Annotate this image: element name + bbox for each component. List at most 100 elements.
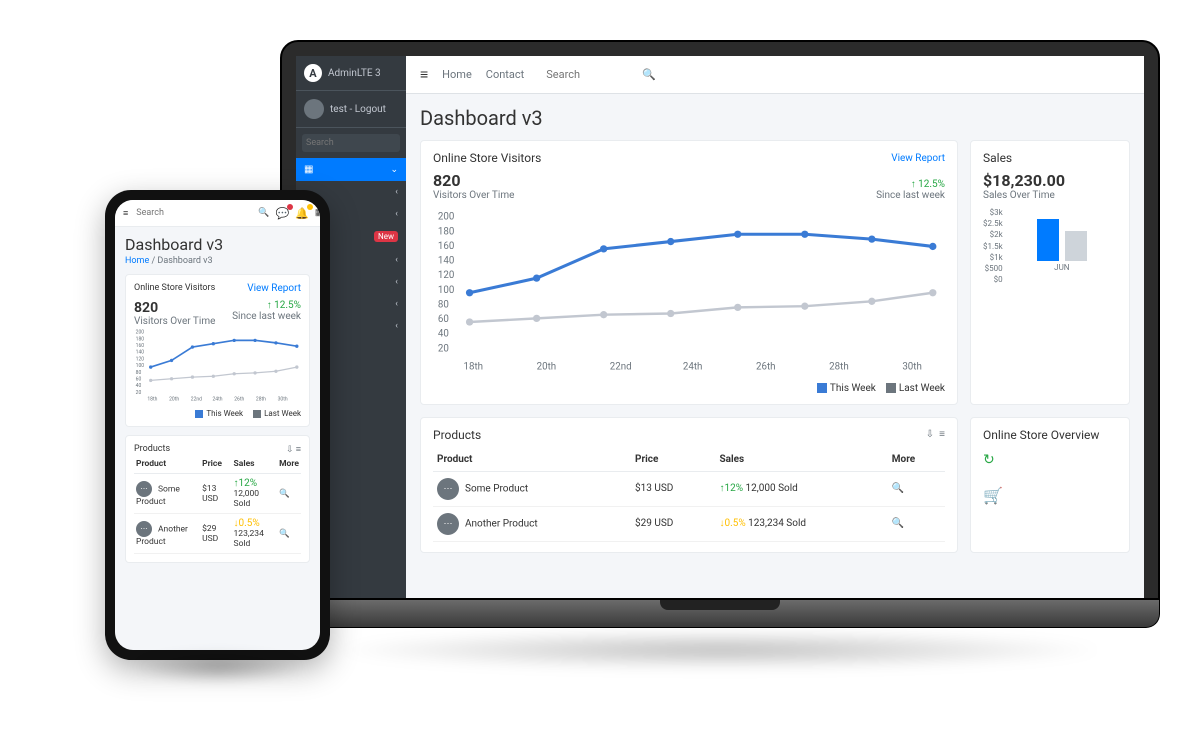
chevron-left-icon: ‹ <box>395 299 398 309</box>
products-card: Products ⇩ ≡ Product Price S <box>420 417 958 553</box>
svg-text:120: 120 <box>136 356 145 362</box>
svg-text:24th: 24th <box>212 396 222 402</box>
view-report-link[interactable]: View Report <box>891 153 945 164</box>
svg-text:20th: 20th <box>169 396 179 402</box>
phone-search-input[interactable] <box>134 206 252 220</box>
svg-text:30th: 30th <box>278 396 288 402</box>
svg-text:28th: 28th <box>829 362 849 373</box>
svg-text:120: 120 <box>438 270 454 281</box>
svg-text:140: 140 <box>136 350 145 356</box>
top-search[interactable]: 🔍 <box>542 64 656 85</box>
arrow-down-icon: ↓0.5% <box>719 518 745 529</box>
menu-icon[interactable]: ≡ <box>123 208 128 219</box>
product-icon: ⋯ <box>437 513 459 535</box>
product-icon: ⋯ <box>437 478 459 500</box>
topbar: ≡ Home Contact 🔍 <box>406 56 1144 94</box>
svg-text:140: 140 <box>438 256 454 267</box>
visitors-legend: This Week Last Week <box>433 383 945 394</box>
breadcrumb: Home / Dashboard v3 <box>125 256 310 266</box>
sidebar-search[interactable] <box>296 128 406 158</box>
chevron-down-icon: ⌄ <box>390 165 398 175</box>
sidebar-item-dashboard[interactable]: ▦ ⌄ <box>296 158 406 181</box>
top-search-input[interactable] <box>542 64 642 85</box>
laptop-mockup: A AdminLTE 3 test - Logout ▦ ⌄ ‹ ‹ New 6… <box>280 40 1160 640</box>
svg-text:160: 160 <box>136 343 145 349</box>
svg-text:60: 60 <box>136 376 142 382</box>
phone-page-title: Dashboard v3 <box>125 235 310 254</box>
product-icon: ⋯ <box>136 521 152 537</box>
svg-text:100: 100 <box>136 363 145 369</box>
download-icon[interactable]: ⇩ <box>286 445 294 455</box>
badge-new: New <box>374 231 398 242</box>
phone-mockup: ≡ 🔍 💬 🔔 ▦ Dashboard v3 Home / Dashboard … <box>105 190 330 660</box>
sales-bar-a <box>1037 219 1059 261</box>
svg-text:60: 60 <box>438 314 449 325</box>
svg-text:18th: 18th <box>147 396 157 402</box>
search-icon[interactable]: 🔍 <box>279 529 290 539</box>
search-icon[interactable]: 🔍 <box>642 68 656 81</box>
svg-text:24th: 24th <box>683 362 703 373</box>
visitors-chart: 20018016014012010080604020 18th20th22nd2… <box>433 205 945 376</box>
table-row: ⋯Some Product $13 USD ↑12% 12,000 Sold 🔍 <box>433 471 945 506</box>
svg-text:28th: 28th <box>256 396 266 402</box>
phone-visitors-card: Online Store Visitors View Report 820 Vi… <box>125 274 310 427</box>
chat-icon[interactable]: 💬 <box>275 207 289 220</box>
table-row: ⋯Another Product $29 USD ↓0.5%123,234 So… <box>134 514 301 554</box>
sales-card: Sales $18,230.00 Sales Over Time $3k$2.5… <box>970 140 1130 405</box>
svg-text:40: 40 <box>136 383 142 389</box>
phone-topbar: ≡ 🔍 💬 🔔 ▦ <box>115 200 320 227</box>
visitors-pct: ↑ 12.5% <box>876 179 945 190</box>
sales-bar-b <box>1065 231 1087 261</box>
search-icon[interactable]: 🔍 <box>892 483 904 494</box>
dashboard-icon: ▦ <box>304 164 313 175</box>
svg-text:20th: 20th <box>537 362 557 373</box>
phone-products-card: Products ⇩ ≡ ProductPriceSalesMore ⋯Some… <box>125 435 310 563</box>
menu-icon[interactable]: ≡ <box>420 66 428 83</box>
search-icon[interactable]: 🔍 <box>279 489 290 499</box>
cart-icon[interactable]: 🛒 <box>983 486 1117 505</box>
svg-text:22nd: 22nd <box>610 362 632 373</box>
bell-icon[interactable]: 🔔 <box>295 207 309 220</box>
svg-text:200: 200 <box>136 330 145 336</box>
svg-text:80: 80 <box>438 299 449 310</box>
arrow-up-icon: ↑ <box>911 179 916 190</box>
chevron-left-icon: ‹ <box>395 321 398 331</box>
visitors-sub: Visitors Over Time <box>433 190 514 201</box>
search-icon[interactable]: 🔍 <box>258 208 269 218</box>
brand-name: AdminLTE 3 <box>328 68 381 79</box>
sidebar-user[interactable]: test - Logout <box>296 91 406 128</box>
svg-text:22nd: 22nd <box>191 396 202 402</box>
menu-dots-icon[interactable]: ≡ <box>296 445 301 455</box>
phone-visitors-chart: 20018016014012010080604020 18th 20th 22nd 2… <box>134 327 301 402</box>
brand[interactable]: A AdminLTE 3 <box>296 56 406 91</box>
sales-yticks: $3k$2.5k$2k$1.5k$1k$500$0 <box>983 207 1003 285</box>
brand-logo-icon: A <box>304 64 322 82</box>
svg-text:30th: 30th <box>902 362 922 373</box>
sidebar-search-input[interactable] <box>302 134 400 152</box>
svg-text:26th: 26th <box>756 362 776 373</box>
svg-text:26th: 26th <box>234 396 244 402</box>
chevron-left-icon: ‹ <box>395 255 398 265</box>
search-icon[interactable]: 🔍 <box>892 518 904 529</box>
svg-text:20: 20 <box>136 390 142 396</box>
view-report-link[interactable]: View Report <box>247 283 301 294</box>
sales-value: $18,230.00 <box>983 171 1117 190</box>
phone-products-table: ProductPriceSalesMore ⋯Some Product $13 … <box>134 455 301 554</box>
svg-text:20: 20 <box>438 343 449 354</box>
overview-card: Online Store Overview ↻ 🛒 <box>970 417 1130 553</box>
visitors-value: 820 <box>433 171 514 190</box>
chevron-left-icon: ‹ <box>395 187 398 197</box>
svg-text:18th: 18th <box>463 362 483 373</box>
svg-text:180: 180 <box>136 336 145 342</box>
products-title: Products <box>433 428 481 442</box>
breadcrumb-home[interactable]: Home <box>125 256 149 266</box>
download-icon[interactable]: ⇩ <box>926 429 934 440</box>
refresh-icon[interactable]: ↻ <box>983 452 1117 468</box>
menu-dots-icon[interactable]: ≡ <box>939 429 945 440</box>
page-title: Dashboard v3 <box>420 106 1130 130</box>
nav-home[interactable]: Home <box>442 68 472 81</box>
nav-contact[interactable]: Contact <box>486 68 524 81</box>
svg-text:80: 80 <box>136 370 142 376</box>
grid-icon[interactable]: ▦ <box>315 208 320 218</box>
table-row: ⋯Another Product $29 USD ↓0.5% 123,234 S… <box>433 506 945 541</box>
